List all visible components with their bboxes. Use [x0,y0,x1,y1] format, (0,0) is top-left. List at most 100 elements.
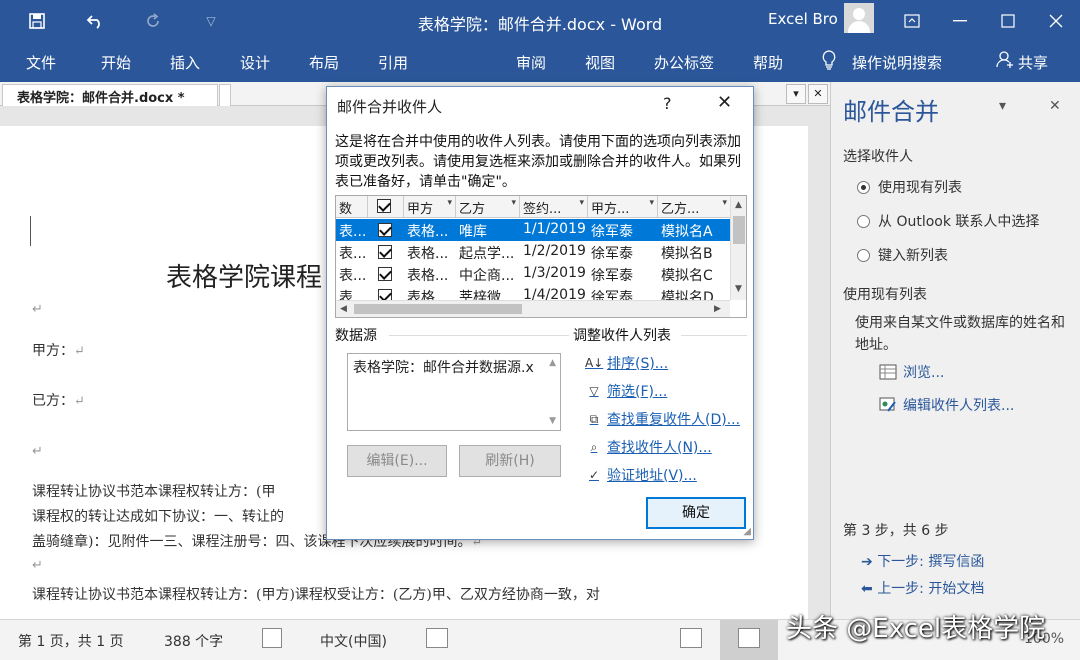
recipient-grid[interactable]: 数 甲方 ▾ 乙方 ▾ 签约... ▾ 甲方... ▾ 乙方... ▾ 表... 表格..… [335,195,747,318]
tell-me-search[interactable]: 操作说明搜索 [852,52,942,73]
scroll-thumb[interactable] [354,304,522,314]
col-header-party-b-rep[interactable]: 乙方... ▾ [658,196,730,218]
scroll-right-icon: ▶ [714,304,721,314]
body-line-2: 课程权的转让达成如下协议：一、转让的 [32,509,284,525]
paragraph-mark: ↵ [32,302,43,317]
language-indicator[interactable]: 中文(中国) [320,631,387,651]
table-row[interactable]: 表... 表格... 唯库 1/1/2019 徐军泰 模拟名A [336,219,730,241]
filter-link[interactable]: ▽ 筛选(F)... [585,381,667,401]
col-header-party-a-rep[interactable]: 甲方... ▾ [588,196,658,218]
edit-button[interactable]: 编辑(E)... [347,445,447,477]
tab-design[interactable]: 设计 [240,52,270,73]
grid-header: 数 甲方 ▾ 乙方 ▾ 签约... ▾ 甲方... ▾ 乙方... ▾ [336,196,730,218]
radio-icon [857,248,870,262]
minimize-icon[interactable] [936,0,984,42]
table-row[interactable]: 表... 表格... 中企商... 1/3/2019 徐军泰 模拟名C [336,263,730,285]
window-title: 表格学院：邮件合并.docx - Word [417,15,663,34]
tab-review[interactable]: 审阅 [516,52,546,73]
sort-link[interactable]: A↓ 排序(S)... [585,353,668,373]
radio-outlook[interactable]: 从 Outlook 联系人中选择 [857,211,1039,231]
validate-address-link[interactable]: ✓ 验证地址(V)... [585,465,697,485]
tab-insert[interactable]: 插入 [170,52,200,73]
user-name[interactable]: Excel Bro [768,10,838,28]
browse-link[interactable]: 浏览... [879,362,944,382]
document-tab[interactable]: 表格学院：邮件合并.docx * [2,84,218,106]
grid-horizontal-scrollbar[interactable]: ◀ ▶ [336,300,730,317]
data-source-list[interactable]: 表格学院：邮件合并数据源.x ▲ ▼ [347,353,561,431]
find-recipient-icon: ⌕ [590,440,598,454]
mail-merge-pane: 邮件合并 ▾ ✕ 选择收件人 使用现有列表 从 Outlook 联系人中选择 键… [830,82,1080,619]
redo-icon[interactable] [130,0,176,42]
col-header-party-b[interactable]: 乙方 ▾ [456,196,520,218]
edit-recipient-list-link[interactable]: 编辑收件人列表... [879,395,1014,415]
ok-button[interactable]: 确定 [646,497,746,529]
watermark-text: 头条 @Excel表格学院 [786,614,1046,644]
col-header-checkbox[interactable] [368,196,404,218]
select-all-checkbox[interactable] [377,199,391,213]
prev-step-link[interactable]: ⬅ 上一步: 开始文档 [861,578,984,598]
chevron-down-icon: ▾ [511,198,516,208]
tab-close-icon[interactable]: ✕ [808,84,828,104]
find-duplicates-icon: ⧉ [589,412,599,426]
page-count[interactable]: 第 1 页，共 1 页 [18,631,124,651]
tab-file[interactable]: 文件 [26,52,56,73]
help-icon[interactable]: ? [663,94,672,113]
tab-references[interactable]: 引用 [378,52,408,73]
refresh-button[interactable]: 刷新(H) [459,445,561,477]
find-duplicates-link[interactable]: ⧉ 查找重复收件人(D)... [585,409,740,429]
maximize-icon[interactable] [984,0,1032,42]
share-button[interactable]: 共享 [1018,52,1048,73]
table-row[interactable]: 表... 表格... 起点学... 1/2/2019 徐军泰 模拟名B [336,241,730,263]
adjust-list-label: 调整收件人列表 [573,328,671,344]
data-source-label: 数据源 [335,328,377,344]
share-person-icon[interactable] [996,50,1014,73]
macro-icon[interactable] [426,628,448,648]
col-header-sign-date[interactable]: 签约... ▾ [520,196,588,218]
print-layout-icon[interactable] [738,628,760,648]
find-recipient-link[interactable]: ⌕ 查找收件人(N)... [585,437,712,457]
scroll-thumb[interactable] [733,216,745,244]
document-title: 表格学院课程 [166,263,323,293]
resize-grip-icon[interactable]: ◢ [743,526,751,537]
word-count[interactable]: 388 个字 [164,631,223,651]
radio-type-new[interactable]: 键入新列表 [857,245,948,265]
paragraph-mark: ↵ [32,444,43,459]
lightbulb-icon[interactable] [822,50,836,75]
pane-options-icon[interactable]: ▾ [999,98,1006,114]
data-source-item[interactable]: 表格学院：邮件合并数据源.x [353,360,534,376]
tab-help[interactable]: 帮助 [753,52,783,73]
chevron-down-icon: ▾ [649,198,654,208]
tab-view[interactable]: 视图 [585,52,615,73]
radio-use-existing[interactable]: 使用现有列表 [857,177,962,197]
tab-home[interactable]: 开始 [101,52,131,73]
next-step-link[interactable]: ➔ 下一步: 撰写信函 [861,551,984,571]
ribbon-tabs: 文件 开始 插入 设计 布局 引用 审阅 视图 办公标签 帮助 操作说明搜索 共… [0,42,1080,82]
read-mode-icon[interactable] [680,628,702,648]
tab-layout[interactable]: 布局 [309,52,339,73]
col-header-party-a[interactable]: 甲方 ▾ [404,196,456,218]
ribbon-display-icon[interactable] [888,0,936,42]
step-indicator: 第 3 步，共 6 步 [843,523,949,539]
undo-icon[interactable] [72,0,118,42]
avatar[interactable] [844,3,874,33]
party-b-line: 已方：↵ [32,393,85,409]
customize-qat-icon[interactable]: ▽ [188,0,234,42]
tab-list-dropdown-icon[interactable]: ▾ [786,84,806,104]
tab-office-tabs[interactable]: 办公标签 [654,52,714,73]
chevron-down-icon: ▾ [579,198,584,208]
save-icon[interactable] [14,0,60,42]
chevron-down-icon: ▾ [722,198,727,208]
row-checkbox[interactable] [378,245,392,259]
proofing-icon[interactable] [262,628,282,648]
browse-icon [879,364,897,380]
close-icon[interactable] [1032,0,1080,42]
pane-close-icon[interactable]: ✕ [1049,98,1061,114]
grid-vertical-scrollbar[interactable]: ▲ ▼ [730,196,746,300]
sort-az-icon: A↓ [585,356,604,370]
mail-merge-recipients-dialog: 邮件合并收件人 ? ✕ 这是将在合并中使用的收件人列表。请使用下面的选项向列表添… [326,86,754,540]
validate-address-icon: ✓ [588,468,600,482]
col-header-data-source[interactable]: 数 [336,196,368,218]
row-checkbox[interactable] [378,223,392,237]
row-checkbox[interactable] [378,267,392,281]
dialog-close-icon[interactable]: ✕ [717,92,732,113]
